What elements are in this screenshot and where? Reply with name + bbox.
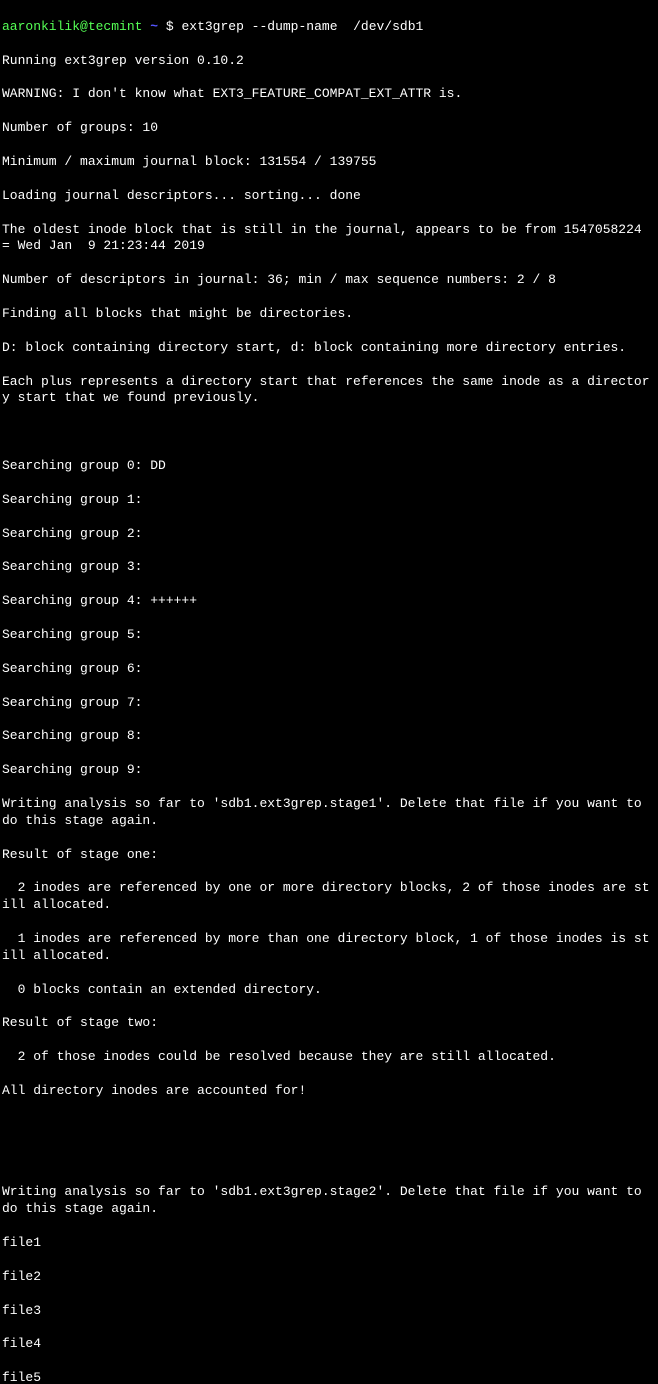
output-version: Running ext3grep version 0.10.2 bbox=[2, 53, 656, 70]
output-legend-d: D: block containing directory start, d: … bbox=[2, 340, 656, 357]
prompt-user: aaronkilik@tecmint bbox=[2, 19, 142, 34]
output-loading: Loading journal descriptors... sorting..… bbox=[2, 188, 656, 205]
output-writing-stage2: Writing analysis so far to 'sdb1.ext3gre… bbox=[2, 1184, 656, 1218]
blank-line-3 bbox=[2, 1151, 656, 1168]
output-finding-blocks: Finding all blocks that might be directo… bbox=[2, 306, 656, 323]
output-file4: file4 bbox=[2, 1336, 656, 1353]
output-legend-plus: Each plus represents a directory start t… bbox=[2, 374, 656, 408]
output-search-3: Searching group 3: bbox=[2, 559, 656, 576]
output-search-1: Searching group 1: bbox=[2, 492, 656, 509]
output-groups: Number of groups: 10 bbox=[2, 120, 656, 137]
output-blocks-0: 0 blocks contain an extended directory. bbox=[2, 982, 656, 999]
command-input: ext3grep --dump-name /dev/sdb1 bbox=[181, 19, 423, 34]
output-journal-block: Minimum / maximum journal block: 131554 … bbox=[2, 154, 656, 171]
blank-line-2 bbox=[2, 1117, 656, 1134]
output-writing-stage1: Writing analysis so far to 'sdb1.ext3gre… bbox=[2, 796, 656, 830]
output-inodes-1: 1 inodes are referenced by more than one… bbox=[2, 931, 656, 965]
output-result-stage1: Result of stage one: bbox=[2, 847, 656, 864]
prompt-symbol: $ bbox=[158, 19, 181, 34]
output-search-9: Searching group 9: bbox=[2, 762, 656, 779]
output-file1: file1 bbox=[2, 1235, 656, 1252]
output-result-stage2: Result of stage two: bbox=[2, 1015, 656, 1032]
output-search-6: Searching group 6: bbox=[2, 661, 656, 678]
output-inodes-2: 2 inodes are referenced by one or more d… bbox=[2, 880, 656, 914]
output-inodes-resolved: 2 of those inodes could be resolved beca… bbox=[2, 1049, 656, 1066]
output-search-0: Searching group 0: DD bbox=[2, 458, 656, 475]
output-descriptors: Number of descriptors in journal: 36; mi… bbox=[2, 272, 656, 289]
prompt-line-1: aaronkilik@tecmint ~ $ ext3grep --dump-n… bbox=[2, 19, 656, 36]
output-search-4: Searching group 4: ++++++ bbox=[2, 593, 656, 610]
output-search-2: Searching group 2: bbox=[2, 526, 656, 543]
output-file2: file2 bbox=[2, 1269, 656, 1286]
output-file5: file5 bbox=[2, 1370, 656, 1384]
output-all-directory: All directory inodes are accounted for! bbox=[2, 1083, 656, 1100]
output-warning: WARNING: I don't know what EXT3_FEATURE_… bbox=[2, 86, 656, 103]
terminal-window[interactable]: aaronkilik@tecmint ~ $ ext3grep --dump-n… bbox=[2, 2, 656, 1384]
output-search-8: Searching group 8: bbox=[2, 728, 656, 745]
prompt-path: ~ bbox=[150, 19, 158, 34]
output-search-7: Searching group 7: bbox=[2, 695, 656, 712]
output-search-5: Searching group 5: bbox=[2, 627, 656, 644]
output-file3: file3 bbox=[2, 1303, 656, 1320]
blank-line-1 bbox=[2, 424, 656, 441]
output-oldest-inode: The oldest inode block that is still in … bbox=[2, 222, 656, 256]
